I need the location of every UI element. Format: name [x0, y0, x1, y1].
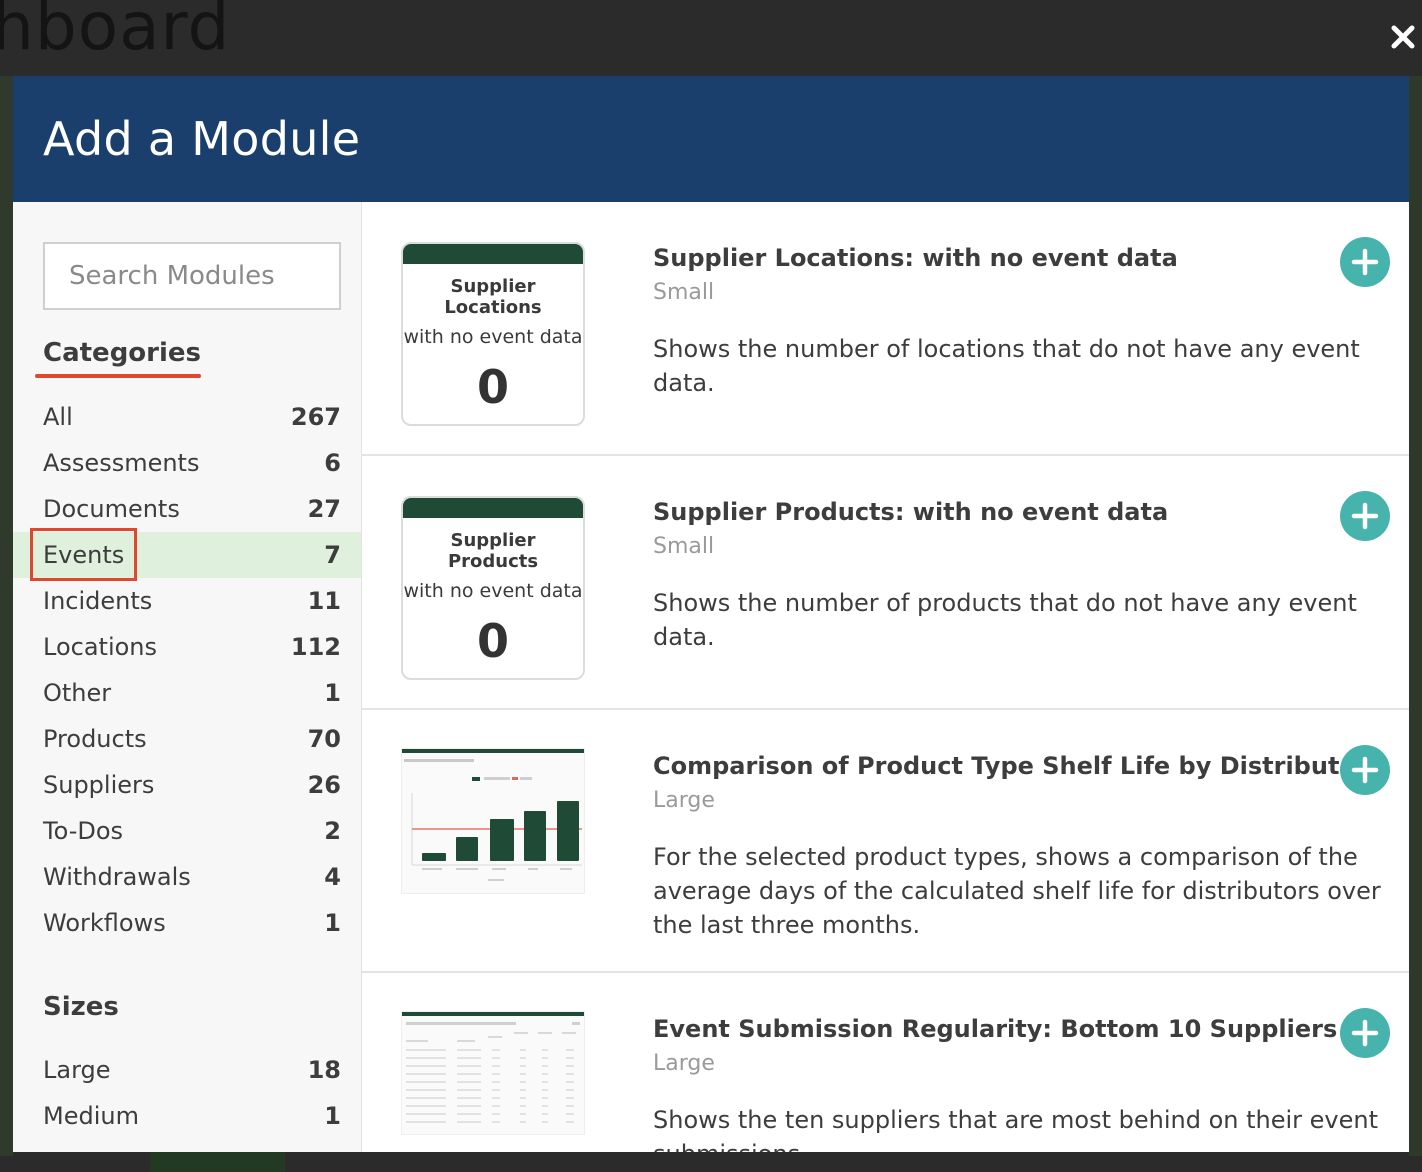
thumbnail-header-bar — [403, 244, 583, 264]
add-module-button[interactable] — [1340, 745, 1390, 795]
category-label: Workflows — [43, 909, 166, 937]
category-item-other[interactable]: Other 1 — [13, 670, 361, 716]
size-label: Large — [43, 1056, 111, 1084]
size-label: Medium — [43, 1102, 139, 1130]
category-item-suppliers[interactable]: Suppliers 26 — [13, 762, 361, 808]
category-item-assessments[interactable]: Assessments 6 — [13, 440, 361, 486]
close-icon — [1391, 25, 1415, 49]
category-count: 7 — [324, 541, 341, 569]
category-item-all[interactable]: All 267 — [13, 394, 361, 440]
category-count: 11 — [307, 587, 341, 615]
category-item-workflows[interactable]: Workflows 1 — [13, 900, 361, 946]
add-module-button[interactable] — [1340, 1008, 1390, 1058]
thumbnail-title: Supplier Products — [447, 530, 539, 572]
category-count: 6 — [324, 449, 341, 477]
category-label: Incidents — [43, 587, 153, 615]
categories-heading: Categories — [43, 338, 202, 368]
size-list: Large 18 Medium 1 — [13, 1047, 361, 1139]
category-label: Events — [29, 528, 138, 581]
backdrop-page-title: hboard — [0, 0, 231, 65]
module-description: Shows the ten suppliers that are most be… — [653, 1106, 1379, 1152]
plus-icon — [1351, 502, 1379, 530]
add-module-button[interactable] — [1340, 237, 1390, 287]
size-count: 18 — [307, 1056, 341, 1084]
module-list: Supplier Locations with no event data 0 … — [362, 202, 1409, 1152]
category-label: Documents — [43, 495, 180, 523]
module-thumbnail: Supplier Locations with no event data 0 — [401, 242, 585, 426]
thumbnail-title: Supplier Locations — [444, 276, 542, 318]
thumbnail-subtitle: with no event data — [403, 326, 583, 348]
module-title: Supplier Locations: with no event data — [653, 244, 1178, 272]
add-module-button[interactable] — [1340, 491, 1390, 541]
category-label: To-Dos — [43, 817, 124, 845]
plus-icon — [1351, 248, 1379, 276]
thumbnail-value: 0 — [476, 360, 509, 414]
category-count: 1 — [324, 909, 341, 937]
module-title: Event Submission Regularity: Bottom 10 S… — [653, 1015, 1338, 1043]
module-thumbnail: Supplier Products with no event data 0 — [401, 496, 585, 680]
backdrop-left-edge — [0, 76, 13, 1156]
module-size: Large — [653, 1051, 715, 1076]
category-count: 27 — [307, 495, 341, 523]
category-item-withdrawals[interactable]: Withdrawals 4 — [13, 854, 361, 900]
module-description: Shows the number of locations that do no… — [653, 335, 1360, 397]
category-item-products[interactable]: Products 70 — [13, 716, 361, 762]
category-item-locations[interactable]: Locations 112 — [13, 624, 361, 670]
category-label: Assessments — [43, 449, 200, 477]
category-label: Locations — [43, 633, 158, 661]
filter-sidebar: Categories All267Assessments6Documents27… — [13, 202, 362, 1152]
module-size: Small — [653, 280, 715, 305]
search-modules-input[interactable] — [43, 242, 341, 310]
backdrop-bottom-element — [150, 1152, 285, 1172]
category-count: 26 — [307, 771, 341, 799]
module-thumbnail-chart-preview — [401, 748, 585, 894]
modal-title: Add a Module — [43, 112, 361, 166]
category-label: All — [43, 403, 73, 431]
size-item-large[interactable]: Large 18 — [13, 1047, 361, 1093]
module-title: Comparison of Product Type Shelf Life by… — [653, 752, 1368, 780]
modal-header: Add a Module — [13, 76, 1409, 202]
add-module-modal: Add a Module Categories All267Assessment… — [13, 76, 1409, 1152]
bar-chart-preview-icon — [404, 759, 582, 881]
module-description: For the selected product types, shows a … — [653, 843, 1381, 939]
category-count: 267 — [290, 403, 341, 431]
category-count: 70 — [307, 725, 341, 753]
category-item-documents[interactable]: Documents 27 — [13, 486, 361, 532]
category-list: All 267 Assessments 6 Documents 27 Events 7 Inci… — [13, 394, 361, 946]
category-label: Other — [43, 679, 112, 707]
thumbnail-value: 0 — [476, 614, 509, 668]
table-preview-icon — [406, 1022, 580, 1123]
thumbnail-header-bar — [403, 498, 583, 518]
module-thumbnail-table-preview — [401, 1011, 585, 1135]
plus-icon — [1351, 1019, 1379, 1047]
category-item-to-dos[interactable]: To-Dos 2 — [13, 808, 361, 854]
module-item: Event Submission Regularity: Bottom 10 S… — [362, 973, 1409, 1152]
categories-underline — [35, 374, 201, 378]
module-description: Shows the number of products that do not… — [653, 589, 1357, 651]
modal-body: Categories All267Assessments6Documents27… — [13, 202, 1409, 1152]
backdrop-right-edge — [1409, 76, 1422, 1156]
category-count: 2 — [324, 817, 341, 845]
category-item-incidents[interactable]: Incidents 11 — [13, 578, 361, 624]
category-count: 4 — [324, 863, 341, 891]
category-label: Products — [43, 725, 147, 753]
category-count: 1 — [324, 679, 341, 707]
module-size: Large — [653, 788, 715, 813]
module-title: Supplier Products: with no event data — [653, 498, 1169, 526]
category-count: 112 — [290, 633, 341, 661]
category-label: Withdrawals — [43, 863, 191, 891]
category-label: Suppliers — [43, 771, 155, 799]
module-item: Comparison of Product Type Shelf Life by… — [362, 710, 1409, 973]
size-item-medium[interactable]: Medium 1 — [13, 1093, 361, 1139]
module-item: Supplier Products with no event data 0 S… — [362, 456, 1409, 710]
plus-icon — [1351, 756, 1379, 784]
sizes-heading: Sizes — [43, 992, 119, 1022]
close-button[interactable] — [1386, 20, 1420, 54]
thumbnail-subtitle: with no event data — [403, 580, 583, 602]
module-item: Supplier Locations with no event data 0 … — [362, 202, 1409, 456]
module-size: Small — [653, 534, 715, 559]
category-item-events[interactable]: Events 7 — [13, 528, 361, 581]
size-count: 1 — [324, 1102, 341, 1130]
